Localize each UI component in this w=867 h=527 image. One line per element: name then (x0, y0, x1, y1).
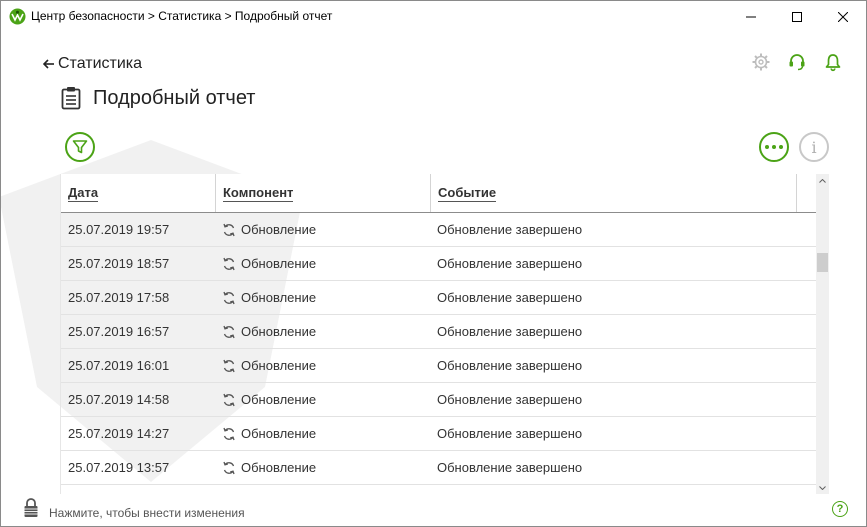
cell-event: Обновление завершено (437, 222, 583, 237)
cell-component: Обновление (222, 213, 316, 246)
cell-component: Обновление (222, 383, 316, 416)
headset-icon[interactable] (787, 52, 807, 72)
table-scrollbar[interactable] (816, 174, 829, 494)
lock-hint-text[interactable]: Нажмите, чтобы внести изменения (49, 506, 245, 520)
maximize-button[interactable] (774, 1, 820, 32)
table-body: 25.07.2019 19:57 Обновление Обновление зав… (61, 213, 817, 494)
filter-icon (72, 140, 88, 154)
table-row[interactable]: 25.07.2019 16:57 Обновление Обновление зав… (61, 315, 817, 349)
cell-component: Обновление (222, 451, 316, 484)
more-options-button[interactable] (759, 132, 789, 162)
table-row[interactable]: 25.07.2019 13:57 Обновление Обновление зав… (61, 451, 817, 485)
column-header-component[interactable]: Компонент (216, 174, 431, 212)
cell-component: Обновление (222, 417, 316, 450)
cell-component: Обновление (222, 485, 316, 494)
scroll-up-button[interactable] (816, 174, 829, 187)
bell-icon[interactable] (823, 52, 843, 72)
close-icon (838, 11, 848, 22)
cell-date: 25.07.2019 18:57 (68, 256, 170, 271)
refresh-icon (223, 461, 235, 474)
cell-component: Обновление (222, 281, 316, 314)
minimize-icon (746, 16, 756, 17)
cell-date: 25.07.2019 19:57 (68, 222, 170, 237)
table-row[interactable]: 25.07.2019 14:27 Обновление Обновление зав… (61, 417, 817, 451)
info-button[interactable]: i (799, 132, 829, 162)
refresh-icon (223, 393, 235, 406)
cell-date: 25.07.2019 16:01 (68, 358, 170, 373)
info-icon: i (811, 137, 817, 157)
page-title: Подробный отчет (93, 86, 256, 109)
component-label: Обновление (241, 358, 317, 373)
component-label: Обновление (241, 256, 317, 271)
cell-component: Обновление (222, 247, 316, 280)
scroll-thumb[interactable] (817, 253, 828, 272)
more-dot-icon (765, 145, 769, 149)
table-header: Дата Компонент Событие (61, 174, 817, 213)
close-button[interactable] (820, 1, 866, 32)
cell-event: Обновление завершено (437, 460, 583, 475)
minimize-button[interactable] (728, 1, 774, 32)
cell-date: 25.07.2019 17:58 (68, 290, 170, 305)
back-link-label: Статистика (58, 55, 143, 72)
refresh-icon (223, 223, 235, 236)
cell-date: 25.07.2019 13:57 (68, 460, 170, 475)
cell-date: 25.07.2019 14:27 (68, 426, 170, 441)
cell-event: Обновление завершено (437, 290, 583, 305)
cell-date: 25.07.2019 13:27 (68, 485, 169, 494)
cell-component: Обновление (222, 349, 316, 382)
chevron-up-icon (819, 178, 826, 183)
column-header-date[interactable]: Дата (61, 174, 216, 212)
column-header-filler (797, 174, 817, 212)
help-icon[interactable]: ? (832, 501, 848, 517)
refresh-icon (223, 427, 235, 440)
more-dot-icon (779, 145, 783, 149)
cell-event: Обновление завершено (437, 358, 583, 373)
cell-event: Обновление завершено (437, 324, 583, 339)
cell-event: Обновление завершено (437, 392, 583, 407)
cell-event: Обновление завершено (437, 426, 583, 441)
cell-event: Обновление завершено (437, 256, 583, 271)
table-row[interactable]: 25.07.2019 18:57 Обновление Обновление зав… (61, 247, 817, 281)
refresh-icon (223, 359, 235, 372)
component-label: Обновление (241, 426, 317, 441)
cell-component: Обновление (222, 315, 316, 348)
component-label: Обновление (241, 392, 317, 407)
report-table: Дата Компонент Событие 25.07.2019 19:57 О… (60, 174, 817, 494)
app-logo-icon (9, 8, 26, 25)
filter-button[interactable] (65, 132, 95, 162)
column-header-event[interactable]: Событие (431, 174, 797, 212)
table-row[interactable]: 25.07.2019 19:57 Обновление Обновление зав… (61, 213, 817, 247)
refresh-icon (223, 257, 235, 270)
footer: Нажмите, чтобы внести изменения ? (1, 497, 866, 526)
gear-icon[interactable] (751, 52, 771, 72)
refresh-icon (223, 325, 235, 338)
page-header: Подробный отчет (61, 86, 255, 110)
cell-date: 25.07.2019 16:57 (68, 324, 170, 339)
table-row[interactable]: 25.07.2019 13:27 Обновление Обновление зав… (61, 485, 817, 494)
back-link[interactable]: Статистика (43, 54, 142, 74)
more-dot-icon (772, 145, 776, 149)
maximize-icon (792, 11, 802, 22)
title-bar: Центр безопасности > Статистика > Подроб… (1, 1, 866, 32)
clipboard-icon (61, 87, 81, 110)
app-window: Центр безопасности > Статистика > Подроб… (0, 0, 867, 527)
component-label: Обновление (241, 290, 317, 305)
lock-icon[interactable] (23, 497, 39, 519)
back-arrow-icon (43, 59, 54, 69)
table-row[interactable]: 25.07.2019 16:01 Обновление Обновление зав… (61, 349, 817, 383)
component-label: Обновление (241, 222, 317, 237)
table-row[interactable]: 25.07.2019 14:58 Обновление Обновление зав… (61, 383, 817, 417)
scroll-down-button[interactable] (816, 481, 829, 494)
table-row[interactable]: 25.07.2019 17:58 Обновление Обновление зав… (61, 281, 817, 315)
component-label: Обновление (241, 324, 317, 339)
cell-event: Обновление завершено (437, 485, 582, 494)
refresh-icon (223, 291, 235, 304)
window-title: Центр безопасности > Статистика > Подроб… (31, 9, 333, 23)
cell-date: 25.07.2019 14:58 (68, 392, 170, 407)
component-label: Обновление (241, 460, 317, 475)
chevron-down-icon (819, 485, 826, 490)
